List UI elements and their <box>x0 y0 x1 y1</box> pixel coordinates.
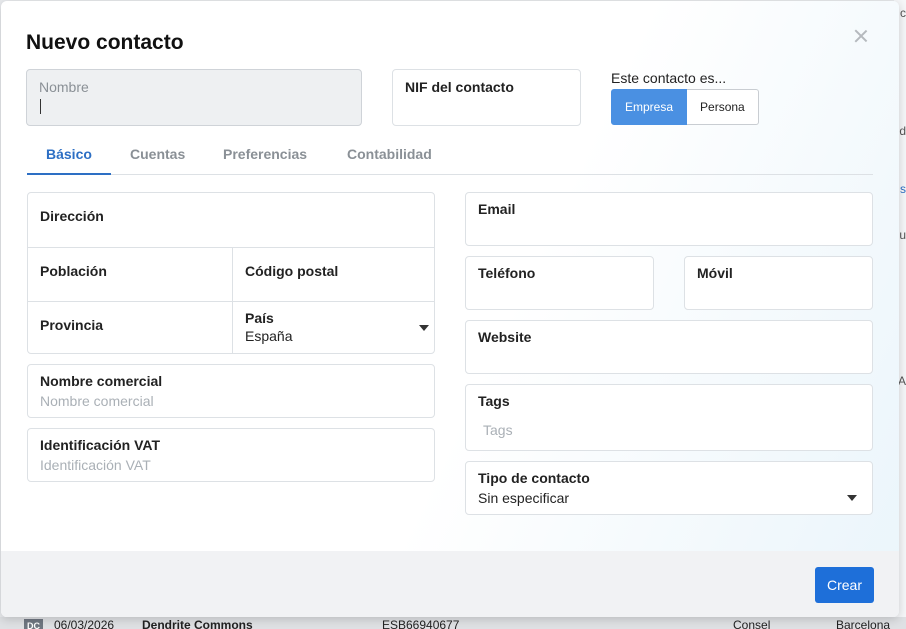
row-date: 06/03/2026 <box>54 618 115 629</box>
direccion-label: Dirección <box>40 208 104 224</box>
row-name: Dendrite Commons <box>142 618 253 629</box>
active-tab-indicator <box>27 173 111 175</box>
contact-type-label: Este contacto es... <box>611 70 727 86</box>
address-block: Dirección Población Código postal Provin… <box>27 192 435 354</box>
identificacion-vat-input[interactable]: Identificación VAT Identificación VAT <box>27 428 435 482</box>
tags-placeholder: Tags <box>483 422 513 438</box>
telefono-label: Teléfono <box>478 265 536 281</box>
avatar: DC <box>24 619 43 629</box>
tab-cuentas[interactable]: Cuentas <box>130 146 185 162</box>
row-nif: ESB66940677 <box>382 618 460 629</box>
nif-label: NIF del contacto <box>405 79 514 95</box>
modal-footer: Crear <box>1 551 899 617</box>
tipo-contacto-value: Sin especificar <box>478 490 570 506</box>
codigo-postal-input[interactable]: Código postal <box>233 248 436 301</box>
new-contact-modal: Nuevo contacto Nombre NIF del contacto E… <box>1 1 899 617</box>
bg-edge-text: A <box>897 374 906 388</box>
email-input[interactable]: Email <box>465 192 873 246</box>
movil-input[interactable]: Móvil <box>684 256 873 310</box>
website-label: Website <box>478 329 532 345</box>
tags-label: Tags <box>478 393 510 409</box>
nombre-comercial-label: Nombre comercial <box>40 373 163 389</box>
bg-edge-text: c <box>900 6 906 20</box>
identificacion-vat-label: Identificación VAT <box>40 437 161 453</box>
nombre-comercial-input[interactable]: Nombre comercial Nombre comercial <box>27 364 435 418</box>
tab-bar: Básico Cuentas Preferencias Contabilidad <box>27 135 873 175</box>
tab-preferencias[interactable]: Preferencias <box>223 146 307 162</box>
row-city: Barcelona <box>836 618 891 629</box>
tipo-contacto-select[interactable]: Tipo de contacto Sin especificar <box>465 461 873 515</box>
telefono-input[interactable]: Teléfono <box>465 256 654 310</box>
poblacion-label: Población <box>40 263 107 279</box>
email-label: Email <box>478 201 516 217</box>
provincia-input[interactable]: Provincia <box>28 302 232 354</box>
empresa-button[interactable]: Empresa <box>611 89 688 125</box>
codigo-postal-label: Código postal <box>245 263 339 279</box>
identificacion-vat-placeholder: Identificación VAT <box>40 457 151 473</box>
pais-select[interactable]: País España <box>233 302 436 354</box>
movil-label: Móvil <box>697 265 733 281</box>
persona-button[interactable]: Persona <box>687 89 759 125</box>
close-icon[interactable] <box>851 26 871 46</box>
crear-button[interactable]: Crear <box>815 567 874 603</box>
nombre-placeholder: Nombre <box>39 79 89 95</box>
modal-title: Nuevo contacto <box>26 31 184 54</box>
provincia-label: Provincia <box>40 317 104 333</box>
tab-basico[interactable]: Básico <box>46 146 92 162</box>
tab-contabilidad[interactable]: Contabilidad <box>347 146 432 162</box>
chevron-down-icon <box>419 325 429 331</box>
tipo-contacto-label: Tipo de contacto <box>478 470 590 486</box>
nombre-comercial-placeholder: Nombre comercial <box>40 393 154 409</box>
bg-edge-text: d <box>899 124 906 138</box>
pais-label: País <box>245 310 274 326</box>
text-caret <box>40 99 41 114</box>
pais-value: España <box>245 328 293 344</box>
nombre-input[interactable]: Nombre <box>26 69 362 126</box>
website-input[interactable]: Website <box>465 320 873 374</box>
chevron-down-icon <box>847 495 857 501</box>
nif-input[interactable]: NIF del contacto <box>392 69 581 126</box>
contact-type-toggle: Empresa Persona <box>611 89 759 125</box>
direccion-input[interactable]: Dirección <box>28 193 436 247</box>
background-table-row: DC 06/03/2026 Dendrite Commons ESB669406… <box>0 617 906 629</box>
row-type: Consel <box>733 618 771 629</box>
poblacion-input[interactable]: Población <box>28 248 232 301</box>
bg-edge-text: s <box>900 182 906 196</box>
tags-input[interactable]: Tags Tags <box>465 384 873 451</box>
